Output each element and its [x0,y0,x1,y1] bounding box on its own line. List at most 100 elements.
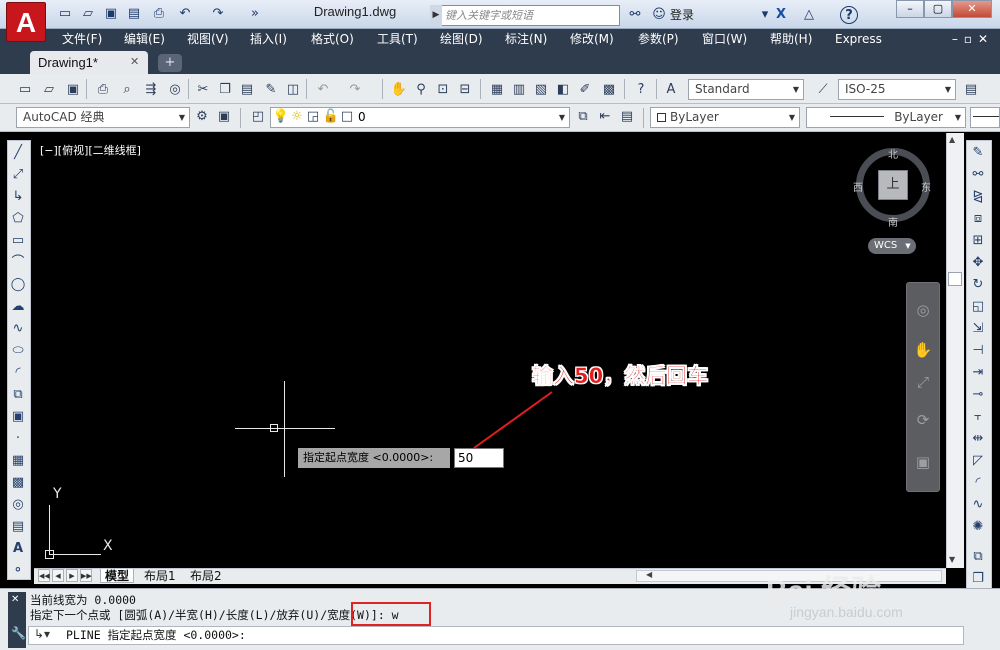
binoculars-icon[interactable]: ⚯ [626,6,644,24]
draworder-icon[interactable]: ⧉ [969,548,987,566]
zoom-previous-icon[interactable]: ⊟ [456,81,474,99]
arc-icon[interactable]: ⌒ [9,254,27,272]
open-file-icon[interactable]: ▱ [79,5,97,23]
quick-access-more-icon[interactable]: » [246,5,264,23]
chevron-down-icon[interactable]: ▼ [175,108,189,127]
ellipse-arc-icon[interactable]: ◜ [9,364,27,382]
menu-insert[interactable]: 插入(I) [250,29,287,49]
table-style-icon[interactable]: ▤ [962,81,980,99]
point-icon[interactable]: · [9,430,27,448]
polygon-icon[interactable]: ⬠ [9,210,27,228]
circle-icon[interactable]: ◯ [9,276,27,294]
drawing-canvas[interactable] [34,133,946,568]
menu-modify[interactable]: 修改(M) [570,29,614,49]
copy-object-icon[interactable]: ⚯ [969,166,987,184]
plot-icon[interactable]: ⎙ [94,81,112,99]
showmotion-icon[interactable]: ▣ [913,452,933,472]
chevron-down-icon[interactable]: ▼ [951,108,965,127]
text-style-icon[interactable]: A [662,81,680,99]
menu-dimension[interactable]: 标注(N) [505,29,547,49]
paste-icon[interactable]: ▤ [238,81,256,99]
exchange-icon[interactable]: X [772,6,790,24]
layer-state-icon[interactable]: ▤ [618,108,636,126]
3d-print-icon[interactable]: ◎ [166,81,184,99]
plot-preview-icon[interactable]: ⌕ [118,81,136,99]
multiline-text-icon[interactable]: A [9,540,27,558]
orbit-icon[interactable]: ⟳ [913,410,933,430]
color-select[interactable]: ByLayer [650,107,800,128]
zoom-window-icon[interactable]: ⊡ [434,81,452,99]
tab-model[interactable]: 模型 [100,569,135,583]
sheet-set-icon[interactable]: ◧ [554,81,572,99]
tab-layout2[interactable]: 布局2 [186,569,226,583]
scale-icon[interactable]: ◱ [969,298,987,316]
menu-express[interactable]: Express [835,29,882,49]
redo-icon[interactable]: ↷ [346,81,364,99]
chevron-down-icon[interactable]: ▼ [789,80,803,99]
make-current-layer-icon[interactable]: ⧉ [574,108,592,126]
revision-cloud-icon[interactable]: ☁ [9,298,27,316]
steering-wheel-icon[interactable]: ◎ [913,300,933,320]
dim-style-icon[interactable]: ⟋ [814,81,832,99]
menu-draw[interactable]: 绘图(D) [440,29,483,49]
save-as-icon[interactable]: ▤ [125,5,143,23]
document-window-controls[interactable]: –▫✕ [952,29,994,49]
application-menu-button[interactable]: A [6,2,46,42]
move-icon[interactable]: ✥ [969,254,987,272]
hatch-icon[interactable]: ▦ [9,452,27,470]
rotate-icon[interactable]: ↻ [969,276,987,294]
layer-properties-icon[interactable]: ◰ [249,108,267,126]
window-maximize-button[interactable]: ▢ [924,0,952,18]
join-icon[interactable]: ⇹ [969,430,987,448]
pan-icon[interactable]: ✋ [390,81,408,99]
polyline-command-icon[interactable]: ↳▾ [34,627,50,641]
blend-curves-icon[interactable]: ∿ [969,496,987,514]
menu-window[interactable]: 窗口(W) [702,29,747,49]
scroll-up-icon[interactable]: ▲ [949,135,955,144]
undo-icon[interactable]: ↶ [176,5,194,23]
autodesk-360-icon[interactable]: △ [800,6,818,24]
save-icon[interactable]: ▣ [64,81,82,99]
help-icon[interactable]: ? [840,6,858,24]
customize-icon[interactable]: ▣ [215,108,233,126]
make-block-icon[interactable]: ▣ [9,408,27,426]
markup-icon[interactable]: ✐ [576,81,594,99]
text-style-select[interactable]: Standard [688,79,804,100]
chamfer-icon[interactable]: ◸ [969,452,987,470]
menu-parametric[interactable]: 参数(P) [638,29,679,49]
break-icon[interactable]: ⫟ [969,408,987,426]
menu-tools[interactable]: 工具(T) [377,29,418,49]
explode-icon[interactable]: ✺ [969,518,987,536]
menu-file[interactable]: 文件(F) [62,29,102,49]
add-selected-icon[interactable]: ⚬ [9,562,27,580]
calculator-icon[interactable]: ▩ [600,81,618,99]
scroll-down-icon[interactable]: ▼ [949,555,955,564]
zoom-extents-icon[interactable]: ⤢ [913,372,933,392]
break-at-point-icon[interactable]: ⊸ [969,386,987,404]
zoom-realtime-icon[interactable]: ⚲ [412,81,430,99]
window-minimize-button[interactable]: – [896,0,924,18]
copy-icon[interactable]: ❐ [216,81,234,99]
qnew-icon[interactable]: ▭ [16,81,34,99]
trim-icon[interactable]: ⊣ [969,342,987,360]
command-input-text[interactable]: PLINE 指定起点宽度 <0.0000>: [66,627,246,643]
pan-icon[interactable]: ✋ [913,340,933,360]
properties-icon[interactable]: ▦ [488,81,506,99]
publish-icon[interactable]: ⇶ [142,81,160,99]
next-layout-icon[interactable]: ▶ [66,569,78,582]
login-link[interactable]: 登录 [670,6,694,23]
open-icon[interactable]: ▱ [40,81,58,99]
help-icon[interactable]: ? [632,81,650,99]
viewcube-north[interactable]: 北 [888,146,898,161]
insert-block-icon[interactable]: ⧉ [9,386,27,404]
chevron-down-icon[interactable]: ▼ [941,80,955,99]
workspace-settings-icon[interactable]: ⚙ [193,108,211,126]
dim-style-select[interactable]: ISO-25 [838,79,956,100]
viewport-controls-label[interactable]: [−][俯视][二维线框] [40,142,141,158]
user-icon[interactable]: ☺ [650,6,668,24]
menu-format[interactable]: 格式(O) [311,29,354,49]
gradient-icon[interactable]: ▩ [9,474,27,492]
stretch-icon[interactable]: ⇲ [969,320,987,338]
chevron-down-icon[interactable]: ▼ [785,108,799,127]
rectangle-icon[interactable]: ▭ [9,232,27,250]
